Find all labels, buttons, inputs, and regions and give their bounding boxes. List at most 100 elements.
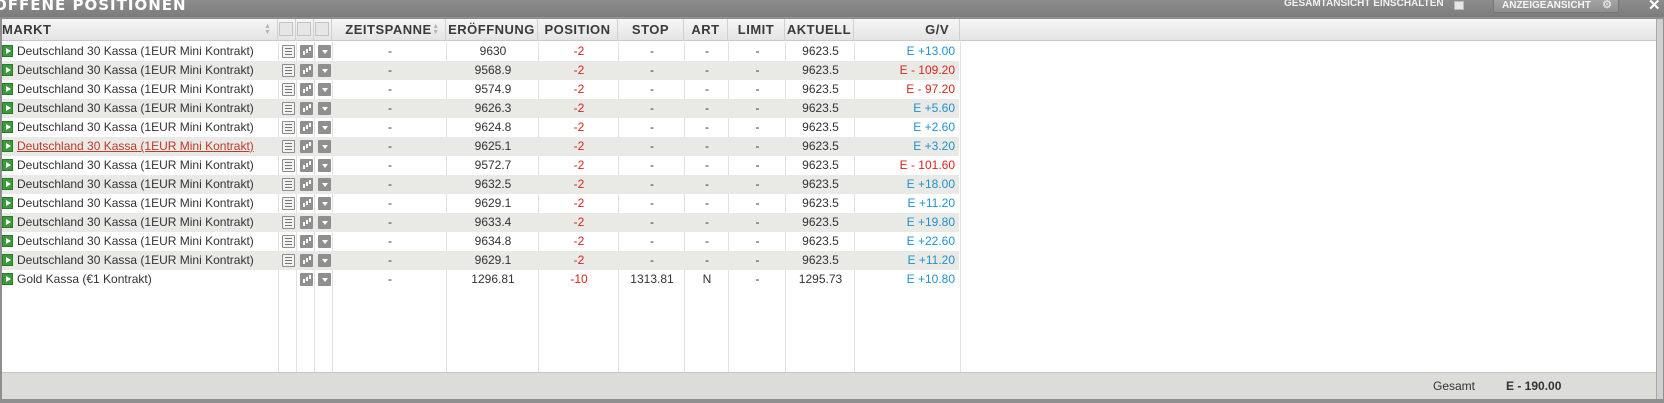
- dropdown-icon[interactable]: [318, 235, 331, 248]
- table-row[interactable]: Deutschland 30 Kassa (1EUR Mini Kontrakt…: [2, 137, 1656, 156]
- table-row[interactable]: Deutschland 30 Kassa (1EUR Mini Kontrakt…: [2, 251, 1656, 270]
- dropdown-icon[interactable]: [318, 45, 331, 58]
- table-row[interactable]: Deutschland 30 Kassa (1EUR Mini Kontrakt…: [2, 232, 1656, 251]
- cell-opening: 1296.81: [471, 272, 515, 286]
- market-name[interactable]: Deutschland 30 Kassa (1EUR Mini Kontrakt…: [17, 137, 277, 156]
- chart-icon[interactable]: [300, 216, 313, 229]
- cell-pl: E - 97.20: [906, 82, 955, 96]
- cell-opening: 9626.3: [474, 101, 512, 115]
- play-icon[interactable]: [2, 45, 13, 57]
- header-period[interactable]: ZEITSPANNE ▲ ▼: [332, 19, 446, 41]
- info-sheet-icon[interactable]: [282, 45, 295, 58]
- play-icon[interactable]: [2, 159, 13, 171]
- table-header: MARKT ▲ ▼ ZEITSPANNE ▲ ▼ ERÖFFNUNG POSITIO…: [2, 19, 1656, 41]
- chart-icon[interactable]: [300, 235, 313, 248]
- play-icon[interactable]: [2, 273, 13, 285]
- vertical-scrollbar[interactable]: [1656, 19, 1663, 399]
- table-row[interactable]: Deutschland 30 Kassa (1EUR Mini Kontrakt…: [2, 156, 1656, 175]
- info-sheet-icon[interactable]: [282, 83, 295, 96]
- header-position[interactable]: POSITION: [538, 19, 618, 41]
- play-icon[interactable]: [2, 216, 13, 228]
- play-icon[interactable]: [2, 83, 13, 95]
- dropdown-icon[interactable]: [318, 121, 331, 134]
- dropdown-icon[interactable]: [318, 83, 331, 96]
- table-row[interactable]: Deutschland 30 Kassa (1EUR Mini Kontrakt…: [2, 80, 1656, 99]
- info-sheet-icon[interactable]: [282, 159, 295, 172]
- play-icon[interactable]: [2, 121, 13, 133]
- market-name[interactable]: Deutschland 30 Kassa (1EUR Mini Kontrakt…: [17, 251, 277, 270]
- dropdown-icon[interactable]: [318, 159, 331, 172]
- info-sheet-icon[interactable]: [282, 216, 295, 229]
- play-icon[interactable]: [2, 102, 13, 114]
- table-row[interactable]: Gold Kassa (€1 Kontrakt) - 1296.81 -10 1313.…: [2, 270, 1656, 289]
- market-name[interactable]: Deutschland 30 Kassa (1EUR Mini Kontrakt…: [17, 213, 277, 232]
- chart-icon[interactable]: [300, 197, 313, 210]
- dropdown-icon[interactable]: [318, 216, 331, 229]
- dropdown-icon[interactable]: [318, 273, 331, 286]
- market-name[interactable]: Deutschland 30 Kassa (1EUR Mini Kontrakt…: [17, 99, 277, 118]
- chart-icon[interactable]: [300, 254, 313, 267]
- cell-period: -: [388, 82, 392, 96]
- chart-icon[interactable]: [300, 140, 313, 153]
- info-sheet-icon[interactable]: [282, 235, 295, 248]
- header-type[interactable]: ART: [684, 19, 728, 41]
- play-icon[interactable]: [2, 140, 13, 152]
- dropdown-icon[interactable]: [318, 254, 331, 267]
- header-pl[interactable]: G/V: [854, 19, 960, 41]
- info-sheet-icon[interactable]: [282, 102, 295, 115]
- header-market[interactable]: MARKT ▲ ▼: [2, 19, 278, 41]
- header-stop[interactable]: STOP: [618, 19, 684, 41]
- play-icon[interactable]: [2, 235, 13, 247]
- table-row[interactable]: Deutschland 30 Kassa (1EUR Mini Kontrakt…: [2, 61, 1656, 80]
- table-row[interactable]: Deutschland 30 Kassa (1EUR Mini Kontrakt…: [2, 194, 1656, 213]
- market-name[interactable]: Deutschland 30 Kassa (1EUR Mini Kontrakt…: [17, 61, 277, 80]
- table-row[interactable]: Deutschland 30 Kassa (1EUR Mini Kontrakt…: [2, 118, 1656, 137]
- chart-icon[interactable]: [300, 83, 313, 96]
- market-name[interactable]: Deutschland 30 Kassa (1EUR Mini Kontrakt…: [17, 175, 277, 194]
- cell-type: -: [705, 253, 709, 267]
- play-icon[interactable]: [2, 254, 13, 266]
- market-name[interactable]: Deutschland 30 Kassa (1EUR Mini Kontrakt…: [17, 80, 277, 99]
- dropdown-icon[interactable]: [318, 178, 331, 191]
- table-row[interactable]: Deutschland 30 Kassa (1EUR Mini Kontrakt…: [2, 175, 1656, 194]
- market-name[interactable]: Deutschland 30 Kassa (1EUR Mini Kontrakt…: [17, 194, 277, 213]
- info-sheet-icon[interactable]: [282, 64, 295, 77]
- cell-type: -: [705, 139, 709, 153]
- overview-toggle-label[interactable]: GESAMTANSICHT EINSCHALTEN: [1284, 0, 1444, 9]
- market-name[interactable]: Deutschland 30 Kassa (1EUR Mini Kontrakt…: [17, 42, 277, 61]
- cell-current: 9623.5: [802, 196, 839, 210]
- play-icon[interactable]: [2, 197, 13, 209]
- dropdown-icon[interactable]: [318, 102, 331, 115]
- table-row[interactable]: Deutschland 30 Kassa (1EUR Mini Kontrakt…: [2, 213, 1656, 232]
- info-sheet-icon[interactable]: [282, 121, 295, 134]
- table-row[interactable]: Deutschland 30 Kassa (1EUR Mini Kontrakt…: [2, 42, 1656, 61]
- info-sheet-icon[interactable]: [282, 178, 295, 191]
- market-name[interactable]: Gold Kassa (€1 Kontrakt): [17, 270, 277, 289]
- dropdown-icon[interactable]: [318, 64, 331, 77]
- play-icon[interactable]: [2, 64, 13, 76]
- chart-icon[interactable]: [300, 178, 313, 191]
- header-limit[interactable]: LIMIT: [728, 19, 785, 41]
- chart-icon[interactable]: [300, 273, 313, 286]
- play-icon[interactable]: [2, 178, 13, 190]
- market-name[interactable]: Deutschland 30 Kassa (1EUR Mini Kontrakt…: [17, 156, 277, 175]
- info-sheet-icon[interactable]: [282, 197, 295, 210]
- market-name[interactable]: Deutschland 30 Kassa (1EUR Mini Kontrakt…: [17, 118, 277, 137]
- header-current[interactable]: AKTUELL: [785, 19, 854, 41]
- close-icon[interactable]: ✕: [1648, 0, 1661, 14]
- chart-icon[interactable]: [300, 159, 313, 172]
- chart-icon[interactable]: [300, 64, 313, 77]
- chart-icon[interactable]: [300, 121, 313, 134]
- info-sheet-icon[interactable]: [282, 254, 295, 267]
- table-row[interactable]: Deutschland 30 Kassa (1EUR Mini Kontrakt…: [2, 99, 1656, 118]
- market-name[interactable]: Deutschland 30 Kassa (1EUR Mini Kontrakt…: [17, 232, 277, 251]
- display-view-button[interactable]: ANZEIGEANSICHT ⚙: [1493, 0, 1619, 13]
- chart-icon[interactable]: [300, 102, 313, 115]
- chart-icon[interactable]: [300, 45, 313, 58]
- dropdown-icon[interactable]: [318, 140, 331, 153]
- dropdown-icon[interactable]: [318, 197, 331, 210]
- header-opening[interactable]: ERÖFFNUNG: [446, 19, 538, 41]
- info-sheet-icon[interactable]: [282, 140, 295, 153]
- overview-toggle-checkbox[interactable]: [1454, 1, 1464, 10]
- cell-limit: -: [755, 215, 760, 229]
